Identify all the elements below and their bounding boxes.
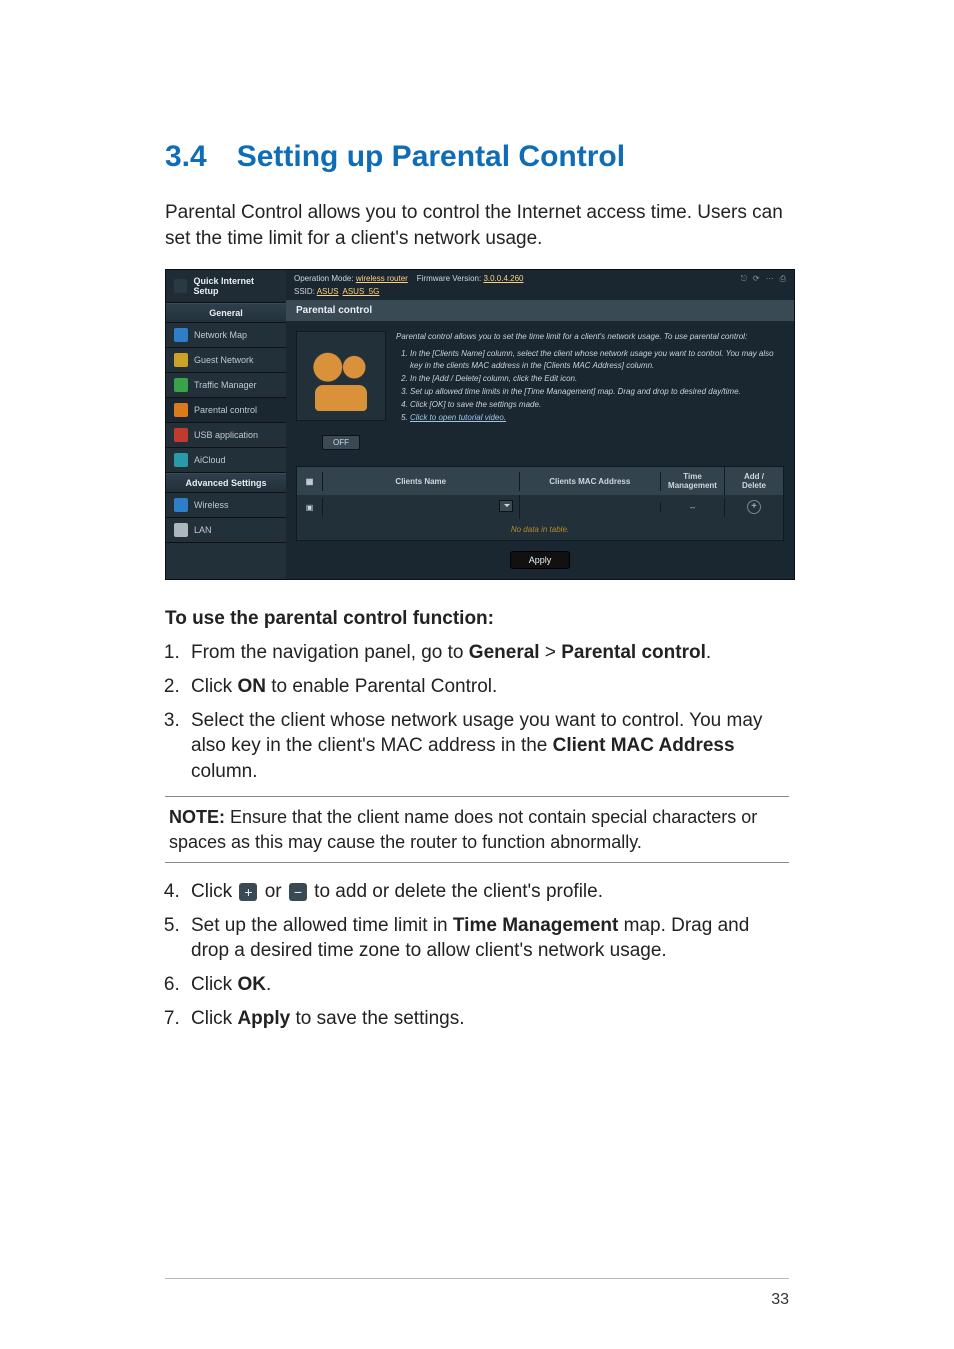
language-icon[interactable]: ⋯	[766, 274, 774, 284]
ss-header-ssid: SSID: ASUS ASUS_5G	[286, 287, 794, 300]
aicloud-icon	[174, 453, 188, 467]
note-text: Ensure that the client name does not con…	[169, 807, 757, 851]
sidebar-general-header: General	[166, 303, 286, 323]
sidebar-item-wireless[interactable]: Wireless	[166, 493, 286, 518]
reboot-icon[interactable]: ⟳	[753, 274, 760, 284]
step-1: From the navigation panel, go to General…	[185, 640, 789, 666]
router-screenshot: Quick Internet Setup General Network Map…	[165, 269, 795, 580]
sidebar-item-aicloud[interactable]: AiCloud	[166, 448, 286, 473]
step-6: Click OK.	[185, 972, 789, 998]
usb-app-icon	[174, 428, 188, 442]
col-clients-mac: Clients MAC Address	[520, 472, 661, 491]
step-5: Set up the allowed time limit in Time Ma…	[185, 913, 789, 964]
ssid-2-link[interactable]: ASUS_5G	[343, 287, 380, 296]
panel-description: Parental control allows you to set the t…	[396, 331, 784, 450]
note-box: NOTE: Ensure that the client name does n…	[165, 796, 789, 863]
sidebar-item-parental-control[interactable]: Parental control	[166, 398, 286, 423]
parental-control-icon	[174, 403, 188, 417]
quick-internet-setup[interactable]: Quick Internet Setup	[166, 270, 286, 303]
instruction-list-a: From the navigation panel, go to General…	[185, 640, 789, 784]
sidebar-item-lan[interactable]: LAN	[166, 518, 286, 543]
step-7: Click Apply to save the settings.	[185, 1006, 789, 1032]
intro-paragraph: Parental Control allows you to control t…	[165, 200, 789, 251]
col-add-delete: Add / Delete	[725, 467, 783, 495]
ssid-1-link[interactable]: ASUS	[317, 287, 339, 296]
header-utility-icons: ⎋ ⟳ ⋯ ⎙	[741, 274, 786, 284]
lan-icon	[174, 523, 188, 537]
page-number: 33	[771, 1291, 789, 1309]
step-4: Click + or − to add or delete the client…	[185, 879, 789, 905]
apply-button[interactable]: Apply	[510, 551, 570, 569]
wireless-icon	[174, 498, 188, 512]
section-heading: 3.4 Setting up Parental Control	[165, 140, 789, 174]
panel-title: Parental control	[286, 300, 794, 321]
step-2: Click ON to enable Parental Control.	[185, 674, 789, 700]
print-icon[interactable]: ⎙	[780, 274, 786, 284]
table-empty-row: No data in table.	[297, 519, 783, 540]
row-select-icon[interactable]: ▣	[306, 503, 314, 512]
sidebar-item-guest-network[interactable]: Guest Network	[166, 348, 286, 373]
ss-header: Operation Mode: wireless router Firmware…	[286, 270, 794, 287]
fw-version-link[interactable]: 3.0.0.4.260	[483, 274, 523, 283]
quick-setup-label: Quick Internet Setup	[193, 276, 278, 296]
time-mgmt-cell: --	[661, 498, 725, 517]
client-name-select[interactable]	[499, 500, 513, 512]
footer-rule	[165, 1278, 789, 1279]
sidebar-item-network-map[interactable]: Network Map	[166, 323, 286, 348]
clients-table: ▦ Clients Name Clients MAC Address Time …	[296, 466, 784, 541]
guest-network-icon	[174, 353, 188, 367]
client-mac-input[interactable]	[520, 502, 661, 512]
network-map-icon	[174, 328, 188, 342]
ss-main: Operation Mode: wireless router Firmware…	[286, 270, 794, 579]
note-label: NOTE:	[169, 807, 225, 827]
enable-toggle[interactable]: OFF	[322, 435, 360, 450]
plus-icon: +	[239, 883, 257, 901]
instruction-list-b: Click + or − to add or delete the client…	[185, 879, 789, 1031]
logout-icon[interactable]: ⎋	[741, 274, 747, 284]
sidebar-item-traffic-manager[interactable]: Traffic Manager	[166, 373, 286, 398]
instructions-subheading: To use the parental control function:	[165, 608, 789, 630]
wand-icon	[174, 279, 187, 293]
traffic-manager-icon	[174, 378, 188, 392]
tutorial-video-link[interactable]: Click to open tutorial video.	[410, 413, 506, 422]
ss-sidebar: Quick Internet Setup General Network Map…	[166, 270, 286, 579]
col-select: ▦	[297, 472, 323, 491]
parental-illustration	[296, 331, 386, 421]
add-client-button[interactable]: +	[747, 500, 761, 514]
table-header-row: ▦ Clients Name Clients MAC Address Time …	[297, 467, 783, 495]
minus-icon: −	[289, 883, 307, 901]
sidebar-advanced-header: Advanced Settings	[166, 473, 286, 493]
sidebar-item-usb-application[interactable]: USB application	[166, 423, 286, 448]
col-time-mgmt: Time Management	[661, 467, 725, 495]
step-3: Select the client whose network usage yo…	[185, 708, 789, 785]
table-input-row: ▣ -- +	[297, 495, 783, 519]
col-clients-name: Clients Name	[323, 472, 520, 491]
op-mode-link[interactable]: wireless router	[356, 274, 408, 283]
